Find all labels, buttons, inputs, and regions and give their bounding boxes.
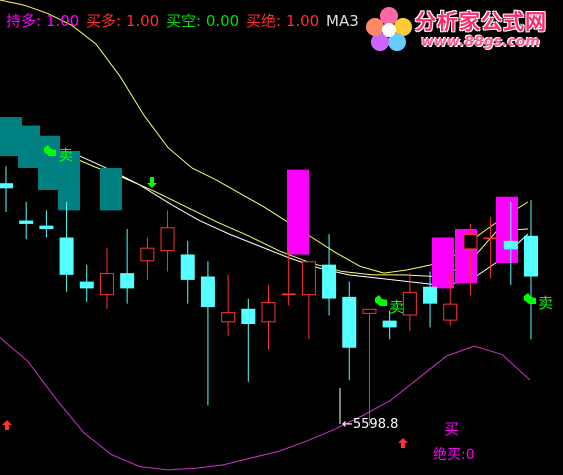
candle-body-down — [19, 220, 34, 224]
magenta-block — [287, 169, 309, 255]
buy-arrow-icon — [2, 420, 12, 430]
candle-body-up — [483, 237, 498, 239]
hdr-chiduo: 持多: 1.00 — [6, 12, 84, 30]
hdr-ma3: MA3 — [326, 12, 359, 30]
hdr-maikong: 买空: 0.00 — [166, 12, 244, 30]
teal-block — [18, 125, 40, 168]
down-arrow-icon — [147, 177, 157, 188]
low-price-label: ←5598.8 — [342, 417, 398, 432]
candle-body-up — [402, 291, 417, 316]
candlestick-chart: 卖卖 卖←5598.8 买绝买:0 — [0, 0, 553, 471]
brand-name: 分析家公式网 — [415, 10, 547, 34]
teal-block — [100, 167, 122, 211]
candle-body-down — [180, 254, 195, 280]
candle-body-up — [261, 301, 276, 323]
sell-signal-label: 卖 — [538, 294, 553, 312]
brand-url: www.88gs.com — [421, 34, 540, 50]
thumb-down-icon — [375, 295, 387, 306]
candle-body-down — [39, 225, 54, 230]
buy-arrow-icon — [398, 438, 408, 448]
magenta-block — [496, 196, 518, 263]
indicator-header: 持多: 1.00 买多: 1.00 买空: 0.00 买绝: 1.00 MA3 — [6, 10, 361, 31]
candle-body-up — [140, 247, 155, 262]
candle-body-up — [99, 273, 114, 296]
candle-body-down — [120, 273, 135, 289]
hdr-maiduo: 买多: 1.00 — [86, 12, 164, 30]
teal-block — [38, 135, 60, 190]
candle-body-up — [463, 234, 478, 250]
candle-body-down — [382, 320, 397, 328]
flower-logo-icon — [366, 7, 412, 51]
site-logo: 分析家公式网 www.88gs.com — [363, 0, 563, 58]
candle-body-down — [524, 235, 538, 277]
candle-body-up — [160, 227, 175, 252]
thumb-down-icon — [524, 293, 536, 304]
candle-body-down — [503, 240, 518, 250]
candle-body-down — [0, 183, 13, 189]
candle-body-up — [443, 303, 458, 321]
candle-body-up — [221, 312, 236, 323]
candle-body-down — [342, 296, 357, 348]
candle-body-down — [79, 281, 94, 289]
candle-body-down — [59, 237, 74, 275]
sell-signal-label: 卖 — [389, 298, 404, 316]
sell-signal-label: 卖 — [58, 146, 73, 164]
candle-body-down — [200, 276, 215, 308]
candle-body-up — [301, 261, 316, 296]
juemai-label: 绝买:0 — [433, 447, 475, 463]
candle-body-down — [423, 286, 438, 304]
candle-body-up — [281, 293, 296, 296]
candle-body-up — [362, 308, 377, 314]
buy-signal-label: 买 — [444, 420, 459, 438]
hdr-maijue: 买绝: 1.00 — [246, 12, 324, 30]
candle-body-down — [241, 308, 256, 325]
candle-body-down — [322, 264, 337, 299]
